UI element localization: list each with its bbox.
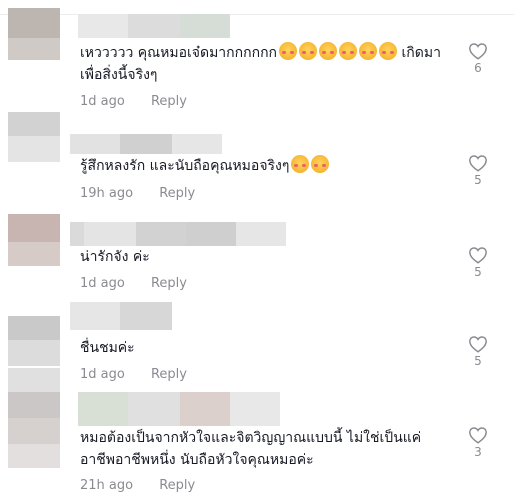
like-count: 5: [474, 265, 482, 279]
like-count: 3: [474, 445, 482, 459]
comment-meta: 1d ago Reply: [80, 276, 187, 291]
heart-outline-icon: [469, 427, 487, 444]
heart-outline-icon: [469, 43, 487, 60]
heart-outline-icon: [469, 247, 487, 264]
reply-button[interactable]: Reply: [151, 367, 187, 382]
like-count: 6: [474, 61, 482, 75]
emoji-icon: [291, 155, 310, 173]
comment-text: เหววววว คุณหมอเจ๋ดมากกกกกก เกิดมาเพื่อสิ…: [80, 42, 460, 86]
comment-item: หมอต้องเป็นจากหัวใจและจิตวิญญาณแบบนี้ ไม…: [0, 368, 514, 493]
timestamp: 21h ago: [80, 478, 134, 493]
username-blurred[interactable]: [70, 302, 172, 330]
timestamp: 1d ago: [80, 367, 125, 382]
emoji-icon: [359, 42, 378, 60]
like-button[interactable]: 3: [466, 426, 490, 459]
avatar[interactable]: [8, 368, 60, 418]
like-count: 5: [474, 173, 482, 187]
avatar[interactable]: [8, 418, 60, 468]
emoji-icon: [299, 42, 318, 60]
comment-meta: 21h ago Reply: [80, 478, 195, 493]
comment-item: ชื่นชมค่ะ 1d ago Reply 5: [0, 302, 514, 402]
emoji-icon: [379, 42, 398, 60]
like-button[interactable]: 6: [466, 42, 490, 75]
reply-button[interactable]: Reply: [159, 478, 195, 493]
username-blurred[interactable]: [78, 14, 230, 38]
comment-text: น่ารักจัง ค่ะ: [80, 249, 150, 265]
comment-text: รู้สึกหลงรัก และนับถือคุณหมอจริงๆ: [80, 155, 460, 177]
avatar[interactable]: [8, 316, 60, 366]
timestamp: 1d ago: [80, 276, 125, 291]
username-blurred[interactable]: [70, 222, 286, 246]
avatar[interactable]: [8, 214, 60, 266]
like-button[interactable]: 5: [466, 335, 490, 368]
like-button[interactable]: 5: [466, 246, 490, 279]
timestamp: 1d ago: [80, 94, 125, 109]
username-blurred[interactable]: [70, 134, 222, 154]
comment-text: หมอต้องเป็นจากหัวใจและจิตวิญญาณแบบนี้ ไม…: [80, 430, 422, 468]
comment-item: เหววววว คุณหมอเจ๋ดมากกกกกก เกิดมาเพื่อสิ…: [0, 0, 514, 109]
comment-meta: 19h ago Reply: [80, 186, 195, 201]
timestamp: 19h ago: [80, 186, 134, 201]
reply-button[interactable]: Reply: [159, 186, 195, 201]
reply-button[interactable]: Reply: [151, 276, 187, 291]
comment-meta: 1d ago Reply: [80, 367, 187, 382]
like-count: 5: [474, 354, 482, 368]
comment-text: ชื่นชมค่ะ: [80, 340, 135, 356]
emoji-icon: [339, 42, 358, 60]
like-button[interactable]: 5: [466, 154, 490, 187]
reply-button[interactable]: Reply: [151, 94, 187, 109]
avatar[interactable]: [8, 112, 60, 162]
emoji-icon: [279, 42, 298, 60]
heart-outline-icon: [469, 155, 487, 172]
username-blurred[interactable]: [78, 392, 280, 426]
avatar[interactable]: [8, 8, 60, 60]
heart-outline-icon: [469, 336, 487, 353]
comment-item: น่ารักจัง ค่ะ 1d ago Reply 5: [0, 210, 514, 310]
comment-meta: 1d ago Reply: [80, 94, 187, 109]
emoji-icon: [319, 42, 338, 60]
emoji-icon: [311, 155, 330, 173]
comment-item: รู้สึกหลงรัก และนับถือคุณหมอจริงๆ 19h ag…: [0, 108, 514, 208]
